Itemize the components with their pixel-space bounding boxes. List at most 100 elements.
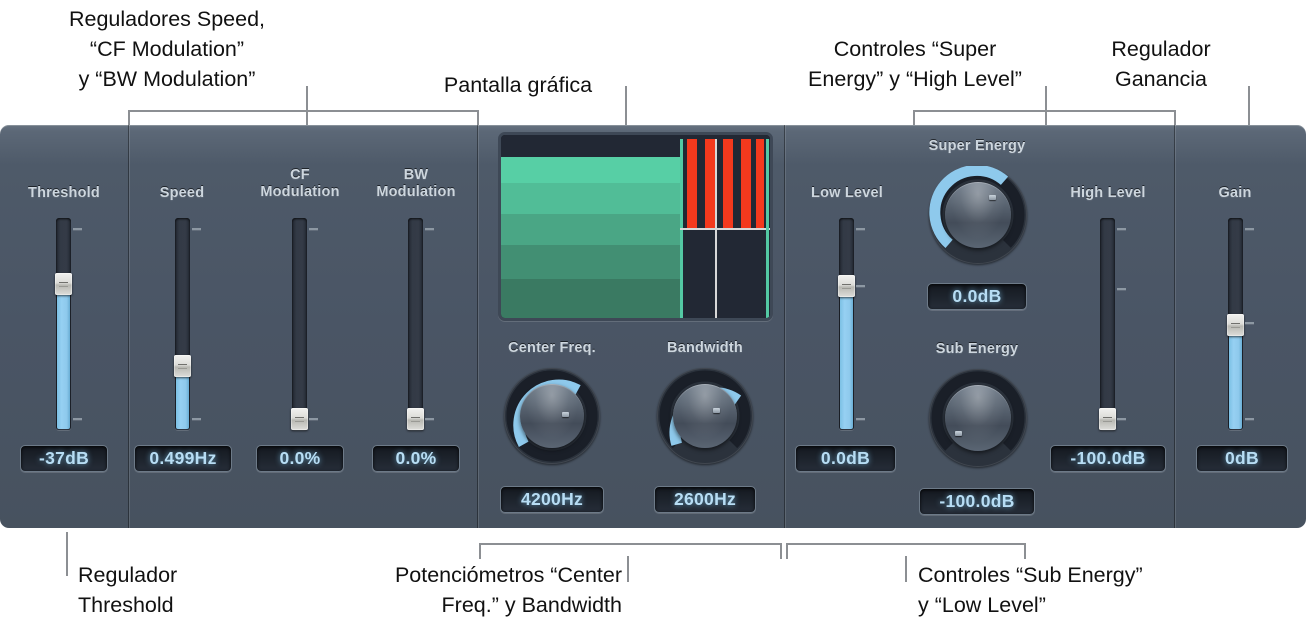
- threshold-value[interactable]: -37dB: [20, 445, 108, 472]
- bandwidth-value[interactable]: 2600Hz: [654, 486, 756, 513]
- display-band-1: [501, 157, 680, 183]
- gain-slider[interactable]: [1227, 218, 1244, 430]
- sub-energy-callout: Controles “Sub Energy” y “Low Level”: [918, 563, 1143, 617]
- center-freq-knob[interactable]: [504, 368, 600, 464]
- high-level-tick-top: [1117, 228, 1126, 230]
- super-energy-knob[interactable]: [929, 166, 1027, 264]
- sub-energy-bracket-bottom: [786, 543, 1026, 545]
- bw-modulation-value[interactable]: 0.0%: [372, 445, 460, 472]
- threshold-leader: [66, 532, 68, 576]
- super-energy-bracket-right: [1174, 110, 1176, 126]
- cf-modulation-slider[interactable]: [291, 218, 308, 430]
- gain-slider-fill: [1229, 330, 1242, 429]
- sub-energy-label: Sub Energy: [935, 341, 1019, 357]
- low-level-tick-top: [856, 228, 865, 230]
- bandwidth-knob-indicator: [713, 408, 720, 413]
- gain-tick-top: [1245, 228, 1254, 230]
- speed-mod-bracket-top: [128, 110, 479, 112]
- threshold-callout: Regulador Threshold: [78, 563, 178, 617]
- bw-modulation-slider-thumb[interactable]: [407, 408, 424, 430]
- display-baseline: [680, 228, 770, 230]
- bandwidth-knob[interactable]: [657, 368, 753, 464]
- gain-label: Gain: [1218, 185, 1252, 201]
- super-energy-leader-stem: [1045, 86, 1047, 126]
- display-red-bar-1: [687, 139, 697, 228]
- speed-mod-leader-stem: [306, 86, 308, 126]
- cf-modulation-tick-bottom: [309, 418, 318, 420]
- threshold-slider[interactable]: [55, 218, 72, 430]
- cf-modulation-tick-top: [309, 228, 318, 230]
- speed-slider-fill: [176, 371, 189, 429]
- cf-modulation-value[interactable]: 0.0%: [256, 445, 344, 472]
- speed-slider[interactable]: [174, 218, 191, 430]
- speed-label: Speed: [159, 185, 205, 201]
- high-level-slider[interactable]: [1099, 218, 1116, 430]
- sub-energy-bracket-right: [1024, 543, 1026, 559]
- low-level-slider-fill: [840, 291, 853, 429]
- gain-callout: Regulador Ganancia: [1111, 37, 1211, 91]
- threshold-tick-bottom: [73, 418, 82, 420]
- high-level-slider-thumb[interactable]: [1099, 408, 1116, 430]
- gain-slider-thumb[interactable]: [1227, 314, 1244, 336]
- low-level-slider-thumb[interactable]: [838, 275, 855, 297]
- speed-mod-bracket-left: [128, 110, 130, 126]
- bandwidth-knob-cap[interactable]: [673, 384, 737, 448]
- super-energy-bracket-top: [913, 110, 1175, 112]
- center-freq-value[interactable]: 4200Hz: [500, 486, 604, 513]
- super-energy-knob-cap[interactable]: [945, 182, 1011, 248]
- center-freq-knob-indicator: [562, 412, 569, 417]
- speed-mod-bracket-right: [477, 110, 479, 126]
- sub-energy-knob[interactable]: [929, 369, 1027, 467]
- speed-slider-thumb[interactable]: [174, 355, 191, 377]
- graphic-display-inner: [501, 135, 770, 318]
- gain-tick-mid: [1245, 322, 1254, 324]
- display-callout: Pantalla gráfica: [443, 73, 593, 97]
- speed-mod-callout: Reguladores Speed, “CF Modulation” y “BW…: [68, 7, 266, 91]
- center-freq-knob-cap[interactable]: [520, 384, 584, 448]
- display-cursor-1: [715, 139, 717, 318]
- cf-modulation-slider-thumb[interactable]: [291, 408, 308, 430]
- bw-modulation-label: BW Modulation: [376, 167, 456, 200]
- panel-divider-4: [1174, 125, 1176, 528]
- threshold-slider-thumb[interactable]: [55, 273, 72, 295]
- speed-value[interactable]: 0.499Hz: [134, 445, 232, 472]
- high-level-tick-mid: [1117, 288, 1126, 290]
- cf-modulation-label: CF Modulation: [260, 167, 340, 200]
- threshold-slider-fill: [57, 289, 70, 429]
- cf-modulation-slider-track[interactable]: [292, 218, 307, 430]
- bw-modulation-tick-bottom: [425, 418, 434, 420]
- bandwidth-label: Bandwidth: [667, 340, 743, 356]
- panel-divider-1: [128, 125, 130, 528]
- high-level-tick-bottom: [1117, 418, 1126, 420]
- center-freq-label: Center Freq.: [508, 340, 596, 356]
- bw-modulation-slider[interactable]: [407, 218, 424, 430]
- high-level-slider-track[interactable]: [1100, 218, 1115, 430]
- display-red-bar-3: [723, 139, 733, 228]
- high-level-value[interactable]: -100.0dB: [1050, 445, 1166, 472]
- sub-energy-value[interactable]: -100.0dB: [919, 488, 1035, 515]
- display-band-2: [501, 183, 680, 214]
- low-level-slider[interactable]: [838, 218, 855, 430]
- graphic-display[interactable]: [498, 132, 773, 321]
- super-energy-knob-indicator: [989, 195, 996, 200]
- super-energy-bracket-left: [913, 110, 915, 126]
- bw-modulation-tick-top: [425, 228, 434, 230]
- low-level-tick-bottom: [856, 418, 865, 420]
- speed-tick-top: [192, 228, 201, 230]
- gain-value[interactable]: 0dB: [1196, 445, 1288, 472]
- super-energy-callout: Controles “Super Energy” y “High Level”: [808, 37, 1022, 91]
- sub-energy-knob-indicator: [955, 431, 962, 436]
- sub-energy-knob-cap[interactable]: [945, 385, 1011, 451]
- gain-tick-bottom: [1245, 418, 1254, 420]
- sub-energy-bracket-left: [786, 543, 788, 559]
- knobs-leader-stem: [627, 556, 629, 582]
- low-level-value[interactable]: 0.0dB: [795, 445, 896, 472]
- display-band-3: [501, 214, 680, 245]
- super-energy-value[interactable]: 0.0dB: [927, 283, 1027, 310]
- display-leader: [625, 86, 627, 126]
- display-red-bar-6: [756, 139, 764, 228]
- super-energy-label: Super Energy: [928, 138, 1026, 154]
- knobs-callout: Potenciómetros “Center Freq.” y Bandwidt…: [394, 563, 622, 617]
- display-band-5: [501, 279, 680, 318]
- bw-modulation-slider-track[interactable]: [408, 218, 423, 430]
